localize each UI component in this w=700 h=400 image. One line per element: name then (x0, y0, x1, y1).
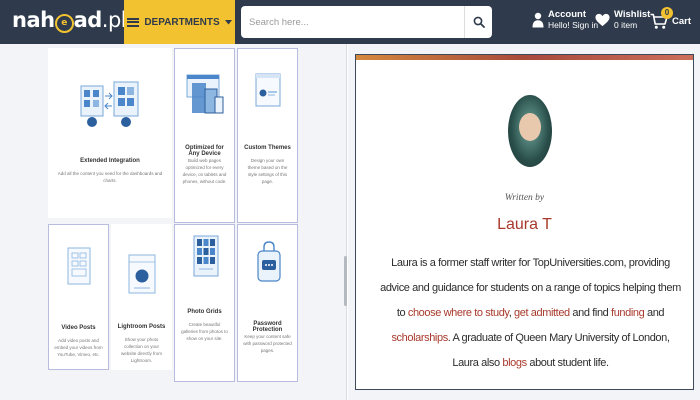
lightroom-icon (128, 254, 156, 294)
lock-icon (257, 241, 281, 282)
photo-grid-icon (193, 235, 219, 277)
blogs-link[interactable]: blogs (502, 357, 527, 369)
cart-count-badge: 0 (661, 7, 673, 19)
author-bio: Laura is a former staff writer for TopUn… (380, 257, 681, 369)
heart-icon (595, 13, 610, 27)
feature-card[interactable]: Password Protection Keep your content sa… (237, 224, 298, 382)
author-name[interactable]: Laura T (356, 216, 693, 234)
scrollbar-thumb[interactable] (344, 256, 347, 306)
themes-icon (255, 73, 281, 107)
hamburger-icon (127, 17, 140, 27)
feature-description: Build web pages optimized for every devi… (182, 158, 227, 184)
panel-divider (346, 44, 347, 400)
wishlist-link[interactable]: Wishlist 0 item (595, 9, 650, 31)
departments-button[interactable]: DEPARTMENTS (124, 0, 235, 44)
logo-mark: e (54, 14, 74, 33)
wishlist-count: 0 item (614, 20, 638, 30)
feature-card[interactable]: Lightroom Posts Show your photo collecti… (111, 224, 172, 370)
author-box: Written by Laura T Laura is a former sta… (355, 54, 694, 390)
feature-card[interactable]: Video Posts Add video posts and embed yo… (48, 224, 109, 370)
get-admitted-link[interactable]: get admitted (514, 307, 570, 319)
search-icon (473, 16, 485, 28)
choose-where-to-study-link[interactable]: choose where to study (408, 307, 509, 319)
author-avatar (508, 95, 552, 167)
search-button[interactable] (464, 6, 492, 38)
feature-card[interactable]: Optimized for Any Device Build web pages… (174, 48, 235, 223)
site-logo[interactable]: nah e ad.pk (12, 8, 133, 33)
features-panel: Extended Integration Add all the content… (0, 44, 346, 400)
feature-description: Add all the content you need for the das… (57, 171, 163, 183)
account-link[interactable]: Account Hello! Sign in (532, 9, 598, 31)
feature-card[interactable]: Extended Integration Add all the content… (48, 48, 172, 218)
feature-title: Password Protection (252, 321, 283, 333)
account-title: Account (548, 9, 586, 20)
feature-description: Keep your content safe with password pro… (243, 334, 292, 353)
integration-icon (80, 81, 139, 127)
devices-icon (186, 74, 224, 114)
feature-title: Custom Themes (244, 145, 291, 151)
scholarships-link[interactable]: scholarships (391, 332, 448, 344)
top-navigation-bar: nahead.pk DEPARTMENTS Account Hello! Sig… (0, 0, 700, 44)
funding-link[interactable]: funding (611, 307, 645, 319)
feature-description: Create beautiful galleries from photos t… (181, 322, 228, 341)
feature-title: Lightroom Posts (117, 324, 166, 330)
written-by-label: Written by (504, 193, 545, 203)
feature-title: Photo Grids (187, 309, 222, 315)
video-doc-icon (67, 247, 91, 285)
search-input[interactable] (241, 6, 463, 38)
search-bar (241, 6, 492, 38)
feature-title: Extended Integration (80, 158, 140, 164)
feature-card[interactable]: Custom Themes Design your own theme base… (237, 48, 298, 223)
caret-down-icon (224, 19, 232, 24)
account-subtitle: Hello! Sign in (548, 20, 599, 30)
feature-title: Video Posts (61, 325, 96, 331)
departments-label: DEPARTMENTS (144, 16, 220, 28)
wishlist-title: Wishlist (614, 9, 651, 20)
feature-description: Add video posts and embed your videos fr… (54, 338, 103, 357)
feature-description: Design your own theme based on the style… (247, 158, 288, 184)
cart-link[interactable]: 0 Cart (650, 7, 692, 30)
user-icon (532, 12, 544, 28)
feature-title: Optimized for Any Device (185, 145, 224, 157)
feature-description: Show your photo collection on your websi… (120, 337, 162, 363)
cart-label: Cart (672, 16, 692, 27)
feature-card[interactable]: Photo Grids Create beautiful galleries f… (174, 224, 235, 382)
